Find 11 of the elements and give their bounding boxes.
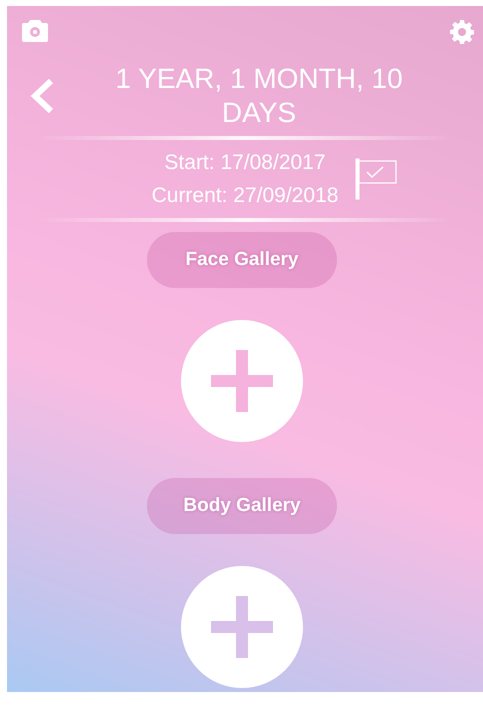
settings-icon[interactable] [450,20,474,44]
back-icon[interactable] [29,78,55,114]
current-date: Current: 27/09/2018 [152,183,338,209]
start-date: Start: 17/08/2017 [164,150,326,176]
plus-icon [211,596,273,658]
gallery-button[interactable]: Face Gallery [147,232,337,288]
camera-icon[interactable] [22,20,48,42]
plus-icon [211,350,273,412]
gallery-button[interactable]: Body Gallery [147,478,337,534]
flag-icon[interactable] [354,157,398,201]
duration-title: 1 YEAR, 1 MONTH, 10 DAYS [114,62,404,130]
